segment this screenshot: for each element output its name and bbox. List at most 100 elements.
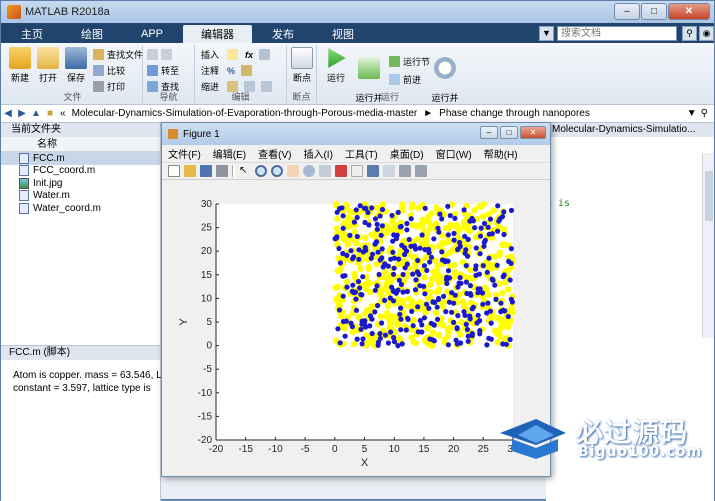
pan-hand-icon[interactable] <box>287 165 299 177</box>
figure-maximize-button[interactable]: □ <box>500 126 518 139</box>
tab-view[interactable]: 视图 <box>314 25 372 43</box>
blue-atom-point <box>398 305 404 311</box>
blue-atom-point <box>374 283 380 289</box>
goto-button[interactable]: 转至 <box>147 64 179 77</box>
new-figure-icon[interactable] <box>168 165 180 177</box>
address-search-icon[interactable]: ⚲ <box>701 108 708 119</box>
browse-folder-icon[interactable]: ■ <box>43 108 57 119</box>
fx-icon[interactable]: fx <box>245 50 253 60</box>
run-advance-icon <box>358 57 380 79</box>
blue-atom-point <box>439 257 446 263</box>
zoom-in-icon[interactable] <box>255 165 267 177</box>
data-cursor-icon[interactable] <box>319 165 331 177</box>
blue-atom-point <box>492 282 498 288</box>
open-file-icon[interactable] <box>184 165 196 177</box>
y-tick-label: 25 <box>201 223 213 234</box>
file-list-item[interactable]: Init.jpg <box>1 177 160 190</box>
tab-plots[interactable]: 绘图 <box>63 25 121 43</box>
link-plot-icon[interactable] <box>351 165 363 177</box>
back-forward-buttons[interactable] <box>147 48 175 61</box>
y-tick-label: 5 <box>206 317 212 328</box>
blue-atom-point <box>486 255 492 261</box>
insert-section-icon <box>227 49 239 60</box>
y-tick-label: 15 <box>201 270 213 281</box>
current-folder-panel: 当前文件夹 名称 FCC.m FCC_coord.m Init.jpg Water.m… <box>1 123 161 345</box>
pointer-icon[interactable]: ↖ <box>239 165 251 177</box>
figure-close-button[interactable]: ✕ <box>520 126 546 139</box>
new-button[interactable]: 新建 <box>5 47 35 84</box>
tab-home[interactable]: 主页 <box>3 25 61 43</box>
save-button[interactable]: 保存 <box>61 47 91 84</box>
maximize-button[interactable]: □ <box>641 3 667 20</box>
breadcrumb-subfolder[interactable]: Phase change through nanopores <box>439 108 590 119</box>
back-arrow-icon[interactable]: ◀ <box>1 108 15 119</box>
menu-file[interactable]: 文件(F) <box>168 146 201 161</box>
brush-icon[interactable] <box>335 165 347 177</box>
menu-tools[interactable]: 工具(T) <box>345 146 378 161</box>
save-figure-icon[interactable] <box>200 165 212 177</box>
run-section-button[interactable]: 运行节 <box>389 55 430 68</box>
editor-scrollbar[interactable] <box>702 153 714 338</box>
comment-button[interactable]: 注释% <box>201 64 255 77</box>
scrollbar-thumb[interactable] <box>705 171 713 221</box>
breadcrumb-folder[interactable]: Molecular-Dynamics-Simulation-of-Evapora… <box>72 108 418 119</box>
colorbar-icon[interactable] <box>367 165 379 177</box>
menu-desktop[interactable]: 桌面(D) <box>390 146 424 161</box>
legend-icon[interactable] <box>383 165 395 177</box>
blue-atom-point <box>372 216 379 222</box>
minimize-button[interactable]: – <box>614 3 640 20</box>
figure-minimize-button[interactable]: – <box>480 126 498 139</box>
blue-atom-point <box>505 313 511 320</box>
blue-atom-point <box>395 209 401 215</box>
insert-button[interactable]: 插入 fx <box>201 48 273 61</box>
arrow-left-icon <box>147 49 158 60</box>
quick-access-icon[interactable]: ▼ <box>539 25 554 41</box>
menu-window[interactable]: 窗口(W) <box>436 146 472 161</box>
new-icon <box>9 47 31 69</box>
find-files-button[interactable]: 查找文件 <box>93 48 143 61</box>
scatter-plot[interactable]: -20-15-10-5051015202530-20-15-10-5051015… <box>163 182 549 476</box>
menu-insert[interactable]: 插入(I) <box>303 146 332 161</box>
compare-button[interactable]: 比较 <box>93 64 125 77</box>
menu-edit[interactable]: 编辑(E) <box>213 146 246 161</box>
up-folder-icon[interactable]: ▲ <box>29 108 43 119</box>
search-docs-input[interactable]: 搜索文档 <box>557 25 677 41</box>
advance-button[interactable]: 前进 <box>389 73 421 86</box>
file-list-item[interactable]: Water.m <box>1 190 160 203</box>
menu-help[interactable]: 帮助(H) <box>484 146 518 161</box>
print-figure-icon[interactable] <box>216 165 228 177</box>
open-button[interactable]: 打开 <box>33 47 63 84</box>
file-list-item[interactable]: FCC.m <box>1 152 160 165</box>
blue-atom-point <box>376 271 382 278</box>
zoom-out-icon[interactable] <box>271 165 283 177</box>
hide-plot-tools-icon[interactable] <box>399 165 411 177</box>
address-dropdown-icon[interactable]: ▼ <box>687 108 697 119</box>
group-label-file: 文件 <box>63 92 82 102</box>
editor-title[interactable]: Molecular-Dynamics-Simulatio... <box>546 123 714 137</box>
bell-icon[interactable]: ◉ <box>699 25 714 41</box>
file-list-item[interactable]: FCC_coord.m <box>1 165 160 178</box>
percent-icon[interactable]: % <box>227 66 235 76</box>
yellow-atom-point <box>432 309 440 316</box>
show-plot-tools-icon[interactable] <box>415 165 427 177</box>
blue-atom-point <box>489 276 495 282</box>
x-tick-label: 25 <box>478 444 490 455</box>
menu-view[interactable]: 查看(V) <box>258 146 291 161</box>
close-button[interactable]: ✕ <box>668 3 710 20</box>
yellow-atom-point <box>400 297 407 305</box>
tab-apps[interactable]: APP <box>123 25 181 43</box>
breadcrumb-prefix[interactable]: « <box>60 108 66 119</box>
blue-atom-point <box>398 223 404 230</box>
tab-editor[interactable]: 编辑器 <box>183 25 253 43</box>
name-column-header[interactable]: 名称 <box>1 137 160 152</box>
file-list-item[interactable]: Water_coord.m <box>1 202 160 215</box>
tab-publish[interactable]: 发布 <box>254 25 312 43</box>
forward-arrow-icon[interactable]: ▶ <box>15 108 29 119</box>
file-name: FCC.m <box>33 152 65 164</box>
blue-atom-point <box>405 316 411 322</box>
run-button[interactable]: 运行 <box>321 47 351 84</box>
rotate-3d-icon[interactable] <box>303 165 315 177</box>
blue-atom-point <box>390 249 396 255</box>
breakpoints-button[interactable]: 断点 <box>287 47 317 84</box>
search-icon[interactable]: ⚲ <box>682 25 697 41</box>
